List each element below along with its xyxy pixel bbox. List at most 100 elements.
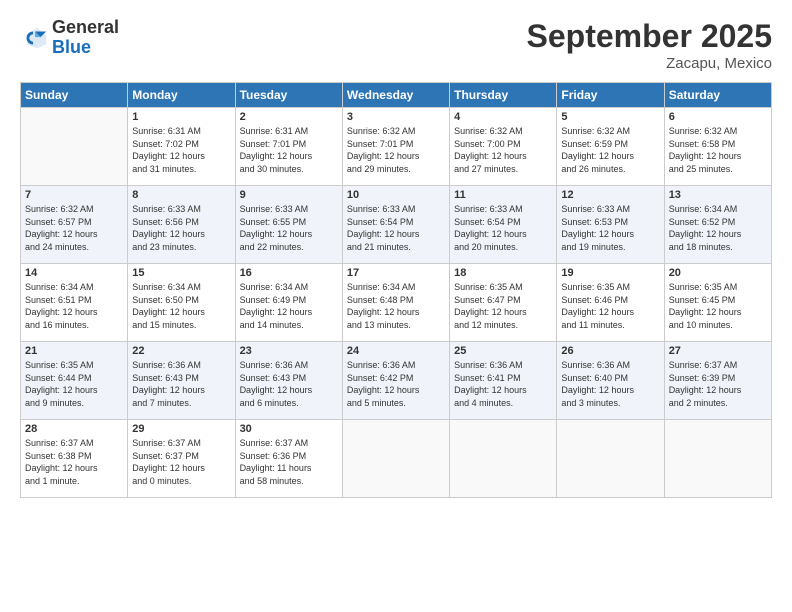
day-info: Sunrise: 6:31 AM Sunset: 7:01 PM Dayligh…	[240, 125, 338, 175]
day-number: 15	[132, 267, 230, 279]
day-info: Sunrise: 6:34 AM Sunset: 6:48 PM Dayligh…	[347, 281, 445, 331]
calendar-cell: 20Sunrise: 6:35 AM Sunset: 6:45 PM Dayli…	[664, 264, 771, 342]
calendar-cell	[21, 108, 128, 186]
day-info: Sunrise: 6:36 AM Sunset: 6:40 PM Dayligh…	[561, 359, 659, 409]
day-info: Sunrise: 6:37 AM Sunset: 6:38 PM Dayligh…	[25, 437, 123, 487]
week-row-3: 14 Sunrise: 6:34 AM Sunset: 6:51 PM Dayli…	[21, 264, 772, 342]
header-day-tuesday: Tuesday	[235, 83, 342, 108]
day-info: Sunrise: 6:34 AM Sunset: 6:52 PM Dayligh…	[669, 203, 767, 253]
day-info: Sunrise: 6:36 AM Sunset: 6:43 PM Dayligh…	[240, 359, 338, 409]
calendar-cell: 9 Sunrise: 6:33 AM Sunset: 6:55 PM Daylig…	[235, 186, 342, 264]
day-number: 14	[25, 267, 123, 279]
calendar-cell: 16 Sunrise: 6:34 AM Sunset: 6:49 PM Dayli…	[235, 264, 342, 342]
day-info: Sunrise: 6:35 AM Sunset: 6:47 PM Dayligh…	[454, 281, 552, 331]
calendar-cell: 24Sunrise: 6:36 AM Sunset: 6:42 PM Dayli…	[342, 342, 449, 420]
title-block: September 2025 Zacapu, Mexico	[527, 18, 772, 72]
day-number: 4	[454, 111, 552, 123]
day-info: Sunrise: 6:35 AM Sunset: 6:46 PM Dayligh…	[561, 281, 659, 331]
calendar-cell: 8Sunrise: 6:33 AM Sunset: 6:56 PM Daylig…	[128, 186, 235, 264]
day-info: Sunrise: 6:35 AM Sunset: 6:44 PM Dayligh…	[25, 359, 123, 409]
calendar-cell: 12Sunrise: 6:33 AM Sunset: 6:53 PM Dayli…	[557, 186, 664, 264]
day-number: 27	[669, 345, 767, 357]
calendar-cell	[557, 420, 664, 498]
calendar-cell: 1Sunrise: 6:31 AM Sunset: 7:02 PM Daylig…	[128, 108, 235, 186]
day-number: 13	[669, 189, 767, 201]
logo-text-blue: Blue	[52, 38, 119, 58]
day-number: 6	[669, 111, 767, 123]
header-day-thursday: Thursday	[450, 83, 557, 108]
calendar-cell: 14 Sunrise: 6:34 AM Sunset: 6:51 PM Dayli…	[21, 264, 128, 342]
header: General Blue September 2025 Zacapu, Mexi…	[20, 18, 772, 72]
day-info: Sunrise: 6:32 AM Sunset: 6:58 PM Dayligh…	[669, 125, 767, 175]
day-info: Sunrise: 6:34 AM Sunset: 6:51 PM Dayligh…	[25, 281, 123, 331]
calendar-cell: 27 Sunrise: 6:37 AM Sunset: 6:39 PM Dayli…	[664, 342, 771, 420]
day-number: 3	[347, 111, 445, 123]
day-number: 29	[132, 423, 230, 435]
day-info: Sunrise: 6:32 AM Sunset: 7:01 PM Dayligh…	[347, 125, 445, 175]
day-number: 11	[454, 189, 552, 201]
day-info: Sunrise: 6:33 AM Sunset: 6:54 PM Dayligh…	[454, 203, 552, 253]
day-number: 26	[561, 345, 659, 357]
logo-text-general: General	[52, 18, 119, 38]
day-number: 18	[454, 267, 552, 279]
header-day-monday: Monday	[128, 83, 235, 108]
day-info: Sunrise: 6:36 AM Sunset: 6:43 PM Dayligh…	[132, 359, 230, 409]
day-info: Sunrise: 6:33 AM Sunset: 6:55 PM Dayligh…	[240, 203, 338, 253]
day-number: 9	[240, 189, 338, 201]
day-info: Sunrise: 6:37 AM Sunset: 6:36 PM Dayligh…	[240, 437, 338, 487]
day-number: 30	[240, 423, 338, 435]
week-row-5: 28 Sunrise: 6:37 AM Sunset: 6:38 PM Dayli…	[21, 420, 772, 498]
day-number: 22	[132, 345, 230, 357]
calendar-cell: 21 Sunrise: 6:35 AM Sunset: 6:44 PM Dayli…	[21, 342, 128, 420]
calendar-cell: 23 Sunrise: 6:36 AM Sunset: 6:43 PM Dayli…	[235, 342, 342, 420]
day-number: 8	[132, 189, 230, 201]
day-number: 5	[561, 111, 659, 123]
calendar-cell: 10 Sunrise: 6:33 AM Sunset: 6:54 PM Dayli…	[342, 186, 449, 264]
day-info: Sunrise: 6:31 AM Sunset: 7:02 PM Dayligh…	[132, 125, 230, 175]
calendar-cell: 11 Sunrise: 6:33 AM Sunset: 6:54 PM Dayli…	[450, 186, 557, 264]
calendar-cell	[342, 420, 449, 498]
header-day-saturday: Saturday	[664, 83, 771, 108]
calendar-cell: 28 Sunrise: 6:37 AM Sunset: 6:38 PM Dayli…	[21, 420, 128, 498]
day-number: 23	[240, 345, 338, 357]
calendar-cell: 15 Sunrise: 6:34 AM Sunset: 6:50 PM Dayli…	[128, 264, 235, 342]
day-info: Sunrise: 6:33 AM Sunset: 6:54 PM Dayligh…	[347, 203, 445, 253]
day-number: 17	[347, 267, 445, 279]
header-day-friday: Friday	[557, 83, 664, 108]
logo: General Blue	[20, 18, 119, 58]
day-number: 10	[347, 189, 445, 201]
day-info: Sunrise: 6:37 AM Sunset: 6:39 PM Dayligh…	[669, 359, 767, 409]
day-number: 16	[240, 267, 338, 279]
header-day-wednesday: Wednesday	[342, 83, 449, 108]
calendar-cell: 26 Sunrise: 6:36 AM Sunset: 6:40 PM Dayli…	[557, 342, 664, 420]
month-title: September 2025	[527, 18, 772, 55]
calendar-cell: 25Sunrise: 6:36 AM Sunset: 6:41 PM Dayli…	[450, 342, 557, 420]
calendar-cell: 2Sunrise: 6:31 AM Sunset: 7:01 PM Daylig…	[235, 108, 342, 186]
location: Zacapu, Mexico	[527, 55, 772, 72]
header-day-sunday: Sunday	[21, 83, 128, 108]
day-info: Sunrise: 6:32 AM Sunset: 6:57 PM Dayligh…	[25, 203, 123, 253]
calendar-cell: 29 Sunrise: 6:37 AM Sunset: 6:37 PM Dayli…	[128, 420, 235, 498]
day-info: Sunrise: 6:34 AM Sunset: 6:50 PM Dayligh…	[132, 281, 230, 331]
day-number: 12	[561, 189, 659, 201]
calendar-cell	[664, 420, 771, 498]
calendar-header-row: SundayMondayTuesdayWednesdayThursdayFrid…	[21, 83, 772, 108]
day-info: Sunrise: 6:32 AM Sunset: 7:00 PM Dayligh…	[454, 125, 552, 175]
calendar-cell: 6 Sunrise: 6:32 AM Sunset: 6:58 PM Daylig…	[664, 108, 771, 186]
week-row-4: 21 Sunrise: 6:35 AM Sunset: 6:44 PM Dayli…	[21, 342, 772, 420]
day-info: Sunrise: 6:34 AM Sunset: 6:49 PM Dayligh…	[240, 281, 338, 331]
calendar-cell: 4 Sunrise: 6:32 AM Sunset: 7:00 PM Daylig…	[450, 108, 557, 186]
calendar-cell	[450, 420, 557, 498]
day-info: Sunrise: 6:36 AM Sunset: 6:42 PM Dayligh…	[347, 359, 445, 409]
day-number: 20	[669, 267, 767, 279]
calendar-cell: 7Sunrise: 6:32 AM Sunset: 6:57 PM Daylig…	[21, 186, 128, 264]
calendar-cell: 30 Sunrise: 6:37 AM Sunset: 6:36 PM Dayli…	[235, 420, 342, 498]
day-number: 28	[25, 423, 123, 435]
calendar-cell: 22 Sunrise: 6:36 AM Sunset: 6:43 PM Dayli…	[128, 342, 235, 420]
calendar-cell: 3 Sunrise: 6:32 AM Sunset: 7:01 PM Daylig…	[342, 108, 449, 186]
day-number: 21	[25, 345, 123, 357]
day-info: Sunrise: 6:37 AM Sunset: 6:37 PM Dayligh…	[132, 437, 230, 487]
day-info: Sunrise: 6:32 AM Sunset: 6:59 PM Dayligh…	[561, 125, 659, 175]
week-row-1: 1Sunrise: 6:31 AM Sunset: 7:02 PM Daylig…	[21, 108, 772, 186]
page: General Blue September 2025 Zacapu, Mexi…	[0, 0, 792, 612]
